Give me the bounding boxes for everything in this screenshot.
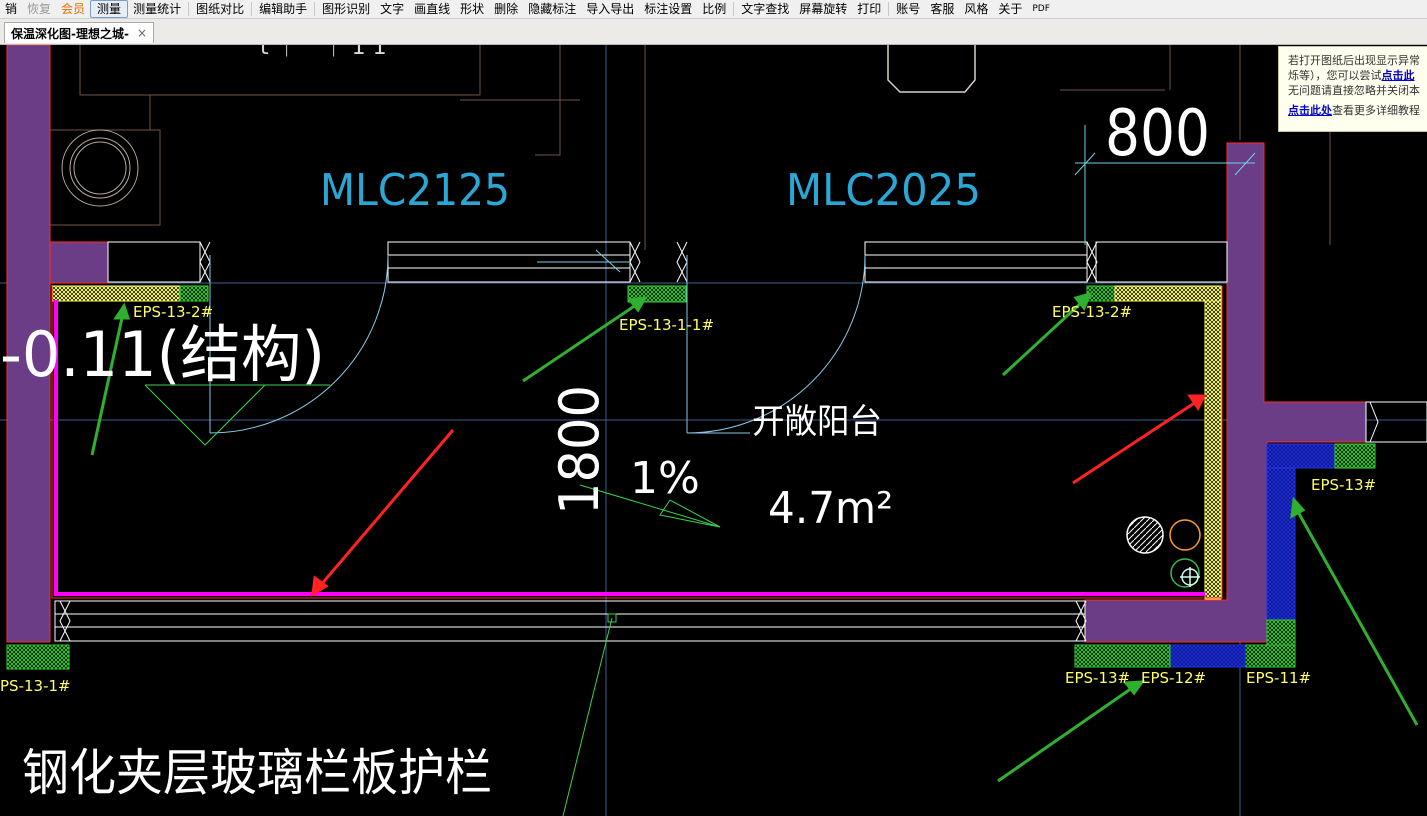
menu-member[interactable]: 会员 xyxy=(56,1,90,17)
menu-scale[interactable]: 比例 xyxy=(697,1,731,17)
notice-help-link[interactable]: 点击此处 xyxy=(1288,104,1332,117)
area-text: 4.7m² xyxy=(768,483,893,534)
dimension-1800: 1800 xyxy=(548,385,611,515)
drawing-canvas[interactable]: t ｜ ° ｜ 1 1 MLC2125 MLC2025 800 1800 -0.… xyxy=(0,45,1427,816)
notice-line: 点击此处查看更多详细教程 xyxy=(1288,104,1420,117)
menu-delete[interactable]: 删除 xyxy=(489,1,523,17)
menu-import-export[interactable]: 导入导出 xyxy=(581,1,639,17)
menu-measure-stats[interactable]: 测量统计 xyxy=(128,1,186,17)
eps-label: EPS-13# xyxy=(1065,669,1130,687)
eps-label: EPS-11# xyxy=(1246,669,1311,687)
eps-label: EPS-13-2# xyxy=(133,303,213,321)
menu-text[interactable]: 文字 xyxy=(375,1,409,17)
menu-print[interactable]: 打印 xyxy=(852,1,886,17)
railing-text: 钢化夹层玻璃栏板护栏 xyxy=(22,744,492,802)
slope-text: 1% xyxy=(630,453,700,504)
left-fixture xyxy=(61,129,139,207)
green-arrow xyxy=(522,296,648,383)
window-label-left: MLC2125 xyxy=(320,165,510,216)
menu-about[interactable]: 关于 xyxy=(993,1,1027,17)
notice-line: 烁等），您可以尝试点击此 xyxy=(1288,69,1415,82)
room-name: 开敞阳台 xyxy=(752,402,882,442)
eps-label: EPS-13# xyxy=(1311,476,1376,494)
menu-edit-helper[interactable]: 编辑助手 xyxy=(254,1,312,17)
menu-recognize[interactable]: 图形识别 xyxy=(317,1,375,17)
close-icon[interactable]: × xyxy=(137,26,147,40)
leader-line xyxy=(562,617,613,816)
top-partial-text: t ｜ ° ｜ 1 1 xyxy=(260,45,387,60)
tab-bar: 保温深化图-理想之城- × xyxy=(0,19,1427,45)
menu-separator xyxy=(188,2,190,16)
menu-measure[interactable]: 测量 xyxy=(90,0,129,18)
drain-fixtures xyxy=(1126,516,1201,588)
menu-pdf[interactable]: PDF xyxy=(1027,1,1055,17)
top-fixture xyxy=(887,45,976,93)
menu-separator xyxy=(251,2,253,16)
menu-style[interactable]: 风格 xyxy=(959,1,993,17)
menu-mark-settings[interactable]: 标注设置 xyxy=(639,1,697,17)
red-arrow xyxy=(311,429,455,597)
menu-shape[interactable]: 形状 xyxy=(455,1,489,17)
menu-text-search[interactable]: 文字查找 xyxy=(736,1,794,17)
green-arrow xyxy=(997,680,1146,783)
menu-undo[interactable]: 销 xyxy=(0,1,22,17)
dimension-800: 800 xyxy=(1105,97,1210,171)
notice-link[interactable]: 点击此 xyxy=(1382,69,1415,82)
menu-separator xyxy=(888,2,890,16)
menu-account[interactable]: 账号 xyxy=(891,1,925,17)
menu-separator xyxy=(314,2,316,16)
document-tab[interactable]: 保温深化图-理想之城- × xyxy=(4,22,155,43)
eps-label: EPS-13-1-1# xyxy=(619,316,714,334)
window-label-right: MLC2025 xyxy=(786,165,981,216)
notice-line: 无问题请直接忽略并关闭本 xyxy=(1288,84,1420,97)
menu-redo[interactable]: 恢复 xyxy=(22,1,56,17)
level-symbol xyxy=(144,384,330,446)
red-arrow xyxy=(1072,394,1207,485)
menu-rotate[interactable]: 屏幕旋转 xyxy=(794,1,852,17)
menu-compare[interactable]: 图纸对比 xyxy=(191,1,249,17)
document-tab-title: 保温深化图-理想之城- xyxy=(11,26,129,41)
notice-popup: 若打开图纸后出现显示异常 烁等），您可以尝试点击此 无问题请直接忽略并关闭本 点… xyxy=(1278,46,1427,132)
level-text: -0.11(结构) xyxy=(0,318,325,391)
menu-bar: 销 恢复 会员 测量 测量统计 图纸对比 编辑助手 图形识别 文字 画直线 形状… xyxy=(0,0,1427,19)
eps-label: EPS-13-2# xyxy=(1052,303,1132,321)
eps-label: EPS-12# xyxy=(1141,669,1206,687)
menu-hide-marks[interactable]: 隐藏标注 xyxy=(523,1,581,17)
menu-service[interactable]: 客服 xyxy=(925,1,959,17)
menu-separator xyxy=(733,2,735,16)
notice-line: 若打开图纸后出现显示异常 xyxy=(1288,54,1420,67)
eps-label: PS-13-1# xyxy=(0,677,71,695)
green-arrow xyxy=(1290,496,1419,726)
menu-line[interactable]: 画直线 xyxy=(409,1,455,17)
